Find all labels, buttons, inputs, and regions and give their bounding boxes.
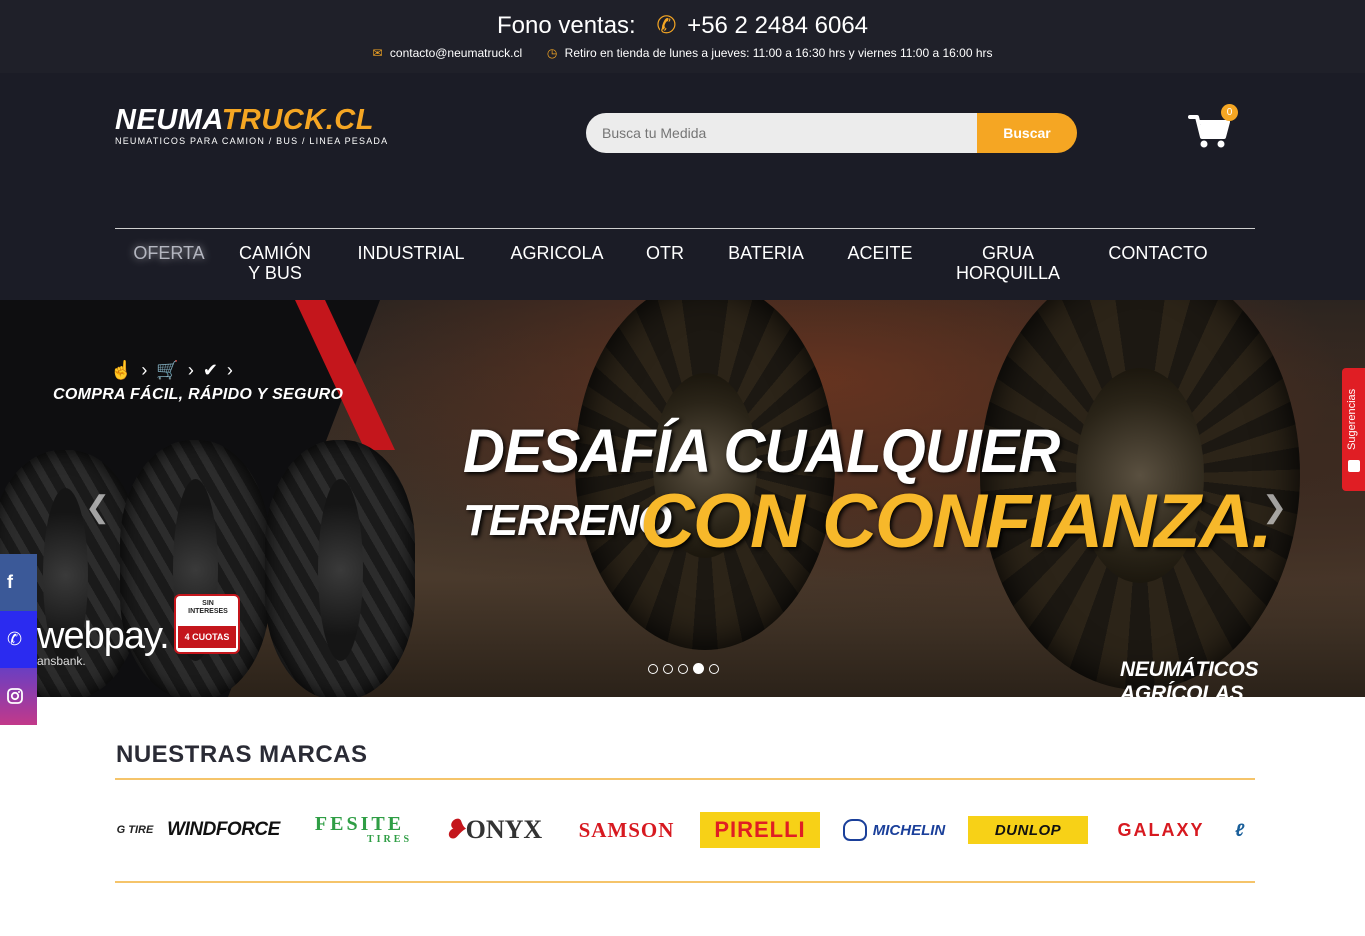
slider-prev-icon[interactable]: ❮ [85,490,110,525]
transbank-text: ansbank. [37,654,86,668]
sales-label: Fono ventas: [496,12,636,39]
clock-icon: ◷ [546,46,558,60]
webpay-logo: webpay. [37,615,170,657]
nav-item-otr[interactable]: OTR [643,243,687,263]
hero-category-tag: NEUMÁTICOS AGRÍCOLAS [1120,658,1259,697]
installments-badge: SIN INTERESES 4 CUOTAS [174,594,240,654]
top-info-bar: Fono ventas: ✆ +56 2 2484 6064 ✉ contact… [0,0,1365,73]
slider-dot[interactable] [663,664,673,674]
purchase-steps-text: COMPRA FÁCIL, RÁPIDO Y SEGURO [53,386,344,403]
brands-divider-bottom [115,881,1255,883]
nav-item-camion-bus[interactable]: CAMIÓN Y BUS [230,243,320,283]
hero-headline-line1: DESAFÍA CUALQUIER [463,417,1060,486]
nav-item-agricola[interactable]: AGRICOLA [507,243,607,263]
nav-item-aceite[interactable]: ACEITE [844,243,916,263]
brands-title: NUESTRAS MARCAS [116,741,368,768]
phone-call-button[interactable]: ✆ [0,611,37,668]
purchase-steps-icons: ☝ › 🛒 › ✔ › [110,360,235,380]
hero-slider[interactable]: ☝ › 🛒 › ✔ › COMPRA FÁCIL, RÁPIDO Y SEGUR… [0,300,1365,697]
main-nav: OFERTA CAMIÓN Y BUS INDUSTRIAL AGRICOLA O… [115,243,1255,293]
search-form: Buscar [586,113,1077,153]
logo-wordmark: NEUMATRUCK.CL [115,104,374,136]
brand-gtire[interactable]: G TIRE [115,808,155,852]
site-logo[interactable]: NEUMATRUCK.CL NEUMATICOS PARA CAMION / B… [115,105,415,150]
hero-headline-accent: CON CONFIANZA. [640,479,1273,564]
nav-item-bateria[interactable]: BATERIA [723,243,809,263]
search-input[interactable] [586,113,978,153]
nav-item-contacto[interactable]: CONTACTO [1103,243,1213,263]
brands-carousel: G TIRE WINDFORCE FESITE TIRES ❥ ONYX SAMS… [115,808,1255,852]
brands-divider-top [115,778,1255,780]
brand-samson[interactable]: SAMSON [565,808,688,852]
installments-badge-cuotas: 4 CUOTAS [178,626,236,648]
nav-item-industrial[interactable]: INDUSTRIAL [353,243,469,263]
envelope-icon: ✉ [372,46,383,60]
cart-button[interactable]: 0 [1188,104,1238,154]
brand-partial-next[interactable]: ℓ [1235,808,1255,852]
site-header: NEUMATRUCK.CL NEUMATICOS PARA CAMION / B… [0,73,1365,300]
nav-divider [115,228,1255,229]
instagram-button[interactable] [0,668,37,725]
suggestions-label: Sugerencias [1346,388,1358,450]
slider-dot-active[interactable] [693,663,704,674]
brand-fesite[interactable]: FESITE TIRES [297,808,422,852]
slider-dots [648,661,724,674]
product-tire-2 [120,440,270,697]
phone-icon: ✆ [656,12,677,39]
facebook-icon: f [7,572,13,592]
suggestions-tab[interactable]: Sugerencias [1342,368,1365,491]
contact-email[interactable]: contacto@neumatruck.cl [390,46,522,60]
contact-info-line: ✉ contacto@neumatruck.cl ◷ Retiro en tie… [0,46,1365,60]
facebook-button[interactable]: f [0,554,37,611]
instagram-icon [7,688,23,704]
product-tire-3 [265,440,415,697]
slider-dot[interactable] [678,664,688,674]
slider-next-icon[interactable]: ❯ [1262,490,1287,525]
slider-dot[interactable] [648,664,658,674]
brand-dunlop[interactable]: DUNLOP [968,808,1088,852]
brand-windforce[interactable]: WINDFORCE [162,808,285,852]
cart-count-badge: 0 [1221,104,1238,121]
logo-tagline: NEUMATICOS PARA CAMION / BUS / LINEA PES… [115,136,389,146]
michelin-man-icon [842,819,867,841]
brand-onyx[interactable]: ❥ ONYX [433,808,553,852]
search-button[interactable]: Buscar [977,113,1077,153]
brand-galaxy[interactable]: GALAXY [1100,808,1222,852]
nav-item-oferta[interactable]: OFERTA [130,243,208,263]
brand-michelin[interactable]: MICHELIN [833,808,955,852]
sales-phone-line: Fono ventas: ✆ +56 2 2484 6064 [0,11,1365,40]
suggestions-icon [1348,460,1360,472]
installments-badge-sin: SIN INTERESES [188,600,228,615]
sales-phone-number[interactable]: +56 2 2484 6064 [687,12,868,39]
nav-item-grua-horquilla[interactable]: GRUA HORQUILLA [949,243,1067,283]
phone-icon: ✆ [7,629,23,649]
slider-dot[interactable] [709,664,719,674]
store-hours: Retiro en tienda de lunes a jueves: 11:0… [564,46,993,60]
brand-pirelli[interactable]: PIRELLI [700,808,820,852]
